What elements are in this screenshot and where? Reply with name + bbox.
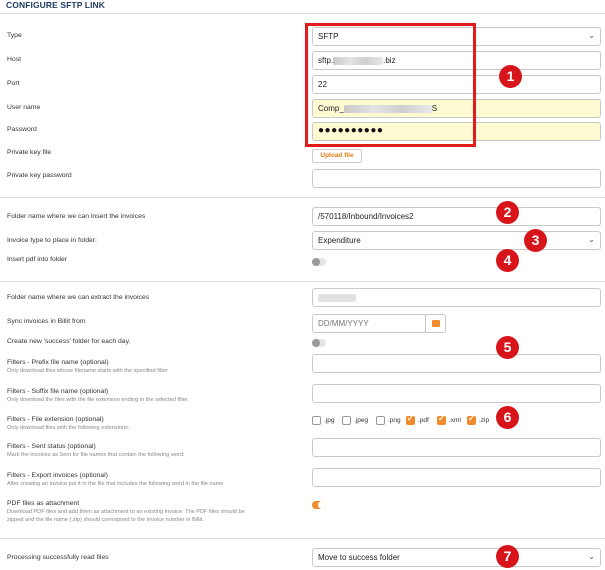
divider xyxy=(0,281,605,282)
annotation-badge: 3 xyxy=(524,229,547,252)
calendar-icon xyxy=(432,320,440,327)
prefix-desc: Only download files whose filename start… xyxy=(7,368,168,374)
insert-folder-label: Folder name where we can insert the invo… xyxy=(7,213,146,220)
toggle-knob xyxy=(318,501,326,509)
checkbox-box xyxy=(312,416,321,425)
chevron-down-icon: ⌄ xyxy=(588,31,595,40)
annotation-badge: 7 xyxy=(496,545,519,568)
annotation-badge: 1 xyxy=(499,65,522,88)
checkbox-zip[interactable]: .zip xyxy=(467,414,490,425)
suffix-desc: Only download the files with the file ex… xyxy=(7,397,188,403)
password-label: Password xyxy=(7,126,37,133)
type-label: Type xyxy=(7,32,22,39)
checkbox-box xyxy=(342,416,351,425)
insert-pdf-toggle[interactable] xyxy=(312,258,326,266)
username-label: User name xyxy=(7,104,41,111)
pdf-attachment-toggle[interactable] xyxy=(312,501,326,509)
processing-value: Move to success folder xyxy=(318,553,400,562)
annotation-highlight-box xyxy=(305,23,476,147)
export-label: Filters - Export invoices (optional) xyxy=(7,472,108,479)
page-title: CONFIGURE SFTP LINK xyxy=(6,0,106,10)
checkbox-label: .jpg xyxy=(324,417,335,424)
sync-from-label: Sync invoices in Billit from xyxy=(7,318,86,325)
host-label: Host xyxy=(7,56,21,63)
invoice-type-value: Expenditure xyxy=(318,236,361,245)
export-input[interactable] xyxy=(312,468,601,487)
sent-status-label: Filters - Sent status (optional) xyxy=(7,443,96,450)
private-key-file-label: Private key file xyxy=(7,149,52,156)
suffix-input[interactable] xyxy=(312,384,601,403)
checkbox-jpg[interactable]: .jpg xyxy=(312,416,334,425)
checkbox-label: .png xyxy=(388,417,401,424)
extract-folder-label: Folder name where we can extract the inv… xyxy=(7,294,150,301)
processing-label: Processing successfully read files xyxy=(7,554,109,561)
checkbox-box xyxy=(437,414,446,425)
chevron-down-icon: ⌄ xyxy=(588,235,595,244)
prefix-input[interactable] xyxy=(312,354,601,373)
checkbox-box xyxy=(467,414,476,425)
redacted-blur xyxy=(318,293,356,302)
insert-folder-input[interactable]: /570118/Inbound/Invoices2 xyxy=(312,207,601,226)
export-desc: After creating an invoice put it in the … xyxy=(7,481,224,487)
annotation-badge: 6 xyxy=(496,406,519,429)
sent-status-input[interactable] xyxy=(312,438,601,457)
prefix-label: Filters - Prefix file name (optional) xyxy=(7,359,109,366)
checkbox-png[interactable]: .png xyxy=(376,416,401,425)
insert-pdf-label: Insert pdf into folder xyxy=(7,256,68,263)
pdf-attachment-desc: Download PDF files and add them as attac… xyxy=(7,509,245,515)
checkbox-xml[interactable]: .xml xyxy=(437,414,461,425)
toggle-knob xyxy=(312,339,320,347)
calendar-button[interactable] xyxy=(425,314,446,333)
divider xyxy=(0,197,605,198)
upload-file-button[interactable]: Upload file xyxy=(312,149,362,163)
pdf-attachment-label: PDF files as attachment xyxy=(7,500,80,507)
chevron-down-icon: ⌄ xyxy=(588,552,595,561)
extension-desc: Only download files with the following e… xyxy=(7,425,130,431)
checkbox-pdf[interactable]: .pdf xyxy=(406,414,429,425)
suffix-label: Filters - Suffix file name (optional) xyxy=(7,388,109,395)
sync-date-input[interactable]: DD/MM/YYYY xyxy=(312,314,426,333)
checkbox-label: .pdf xyxy=(418,417,429,424)
divider xyxy=(0,13,605,14)
success-folder-toggle[interactable] xyxy=(312,339,326,347)
divider xyxy=(0,538,605,539)
pdf-attachment-desc: zipped and the file name (.zip) should c… xyxy=(7,517,204,523)
checkbox-box xyxy=(376,416,385,425)
private-key-password-input[interactable] xyxy=(312,169,601,188)
annotation-badge: 4 xyxy=(496,249,519,272)
checkbox-box xyxy=(406,414,415,425)
checkbox-label: .xml xyxy=(449,417,461,424)
extract-folder-input[interactable] xyxy=(312,288,601,307)
checkbox-jpeg[interactable]: .jpeg xyxy=(342,416,368,425)
port-label: Port xyxy=(7,80,20,87)
sent-status-desc: Mark the invoices as Sent for file names… xyxy=(7,452,185,458)
processing-select[interactable]: Move to success folder ⌄ xyxy=(312,548,601,567)
annotation-badge: 5 xyxy=(496,336,519,359)
annotation-badge: 2 xyxy=(496,201,519,224)
checkbox-label: .zip xyxy=(479,417,490,424)
extension-label: Filters - File extension (optional) xyxy=(7,416,104,423)
private-key-password-label: Private key password xyxy=(7,172,72,179)
toggle-knob xyxy=(312,258,320,266)
invoice-type-label: Invoice type to place in folder: xyxy=(7,237,97,244)
invoice-type-select[interactable]: Expenditure ⌄ xyxy=(312,231,601,250)
success-folder-label: Create new 'success' folder for each day… xyxy=(7,338,131,345)
checkbox-label: .jpeg xyxy=(354,417,369,424)
